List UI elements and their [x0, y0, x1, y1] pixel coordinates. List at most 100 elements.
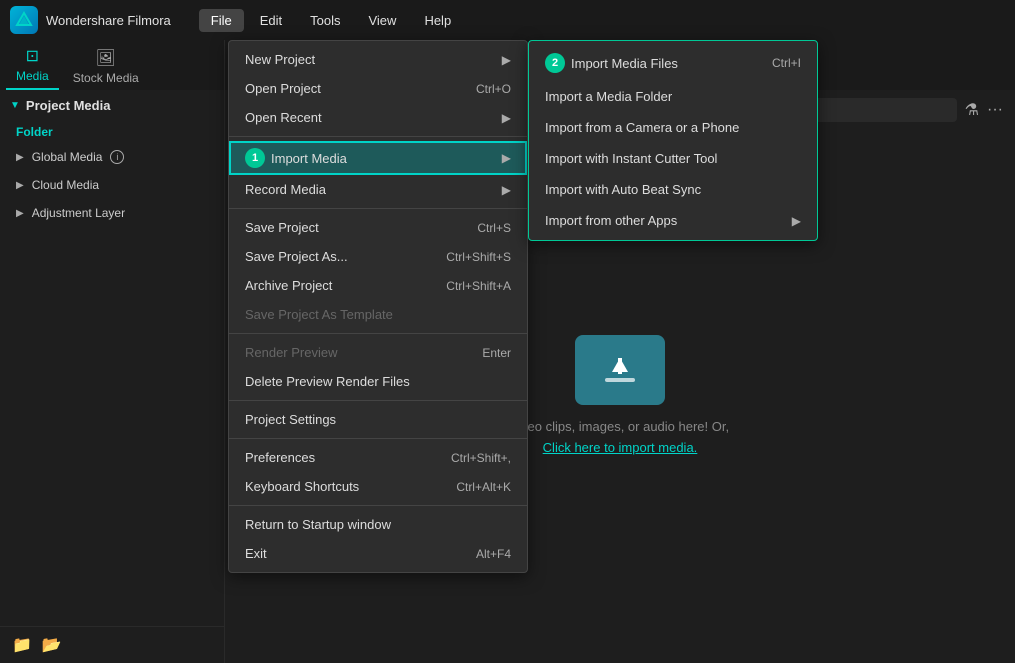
- title-bar: Wondershare Filmora File Edit Tools View…: [0, 0, 1015, 40]
- menu-view[interactable]: View: [356, 9, 408, 32]
- menu-return-startup[interactable]: Return to Startup window: [229, 510, 527, 539]
- cloud-media-arrow: ▶: [16, 180, 24, 191]
- import-camera-label: Import from a Camera or a Phone: [545, 120, 739, 135]
- separator-1: [229, 136, 527, 137]
- tab-media-label: Media: [16, 69, 49, 83]
- add-icon[interactable]: 📂: [42, 635, 62, 655]
- menu-save-project-as[interactable]: Save Project As... Ctrl+Shift+S: [229, 242, 527, 271]
- global-media-info-icon[interactable]: i: [110, 150, 124, 164]
- adjustment-layer-arrow: ▶: [16, 208, 24, 219]
- separator-2: [229, 208, 527, 209]
- menu-save-project[interactable]: Save Project Ctrl+S: [229, 213, 527, 242]
- global-media-label: Global Media: [32, 150, 103, 164]
- global-media-arrow: ▶: [16, 152, 24, 163]
- import-other-apps-label: Import from other Apps: [545, 213, 677, 228]
- submenu-import-other-apps[interactable]: Import from other Apps ▶: [529, 205, 817, 236]
- new-project-label: New Project: [245, 52, 315, 67]
- menu-open-project[interactable]: Open Project Ctrl+O: [229, 74, 527, 103]
- menu-file[interactable]: File: [199, 9, 244, 32]
- menu-archive-project[interactable]: Archive Project Ctrl+Shift+A: [229, 271, 527, 300]
- app-logo: [10, 6, 38, 34]
- import-box: [575, 335, 665, 405]
- media-tab-icon: ⊡: [26, 46, 39, 66]
- project-media-title: Project Media: [26, 98, 111, 113]
- badge-1: 1: [245, 148, 265, 168]
- left-panel-tabs: ⊡ Media 🖼 Stock Media: [0, 40, 224, 90]
- menu-edit[interactable]: Edit: [248, 9, 294, 32]
- record-media-label: Record Media: [245, 182, 326, 197]
- menu-render-preview: Render Preview Enter: [229, 338, 527, 367]
- keyboard-shortcuts-label: Keyboard Shortcuts: [245, 479, 359, 494]
- more-icon[interactable]: ···: [987, 101, 1003, 119]
- separator-3: [229, 333, 527, 334]
- menu-preferences[interactable]: Preferences Ctrl+Shift+,: [229, 443, 527, 472]
- separator-4: [229, 400, 527, 401]
- submenu-import-folder[interactable]: Import a Media Folder: [529, 81, 817, 112]
- save-project-as-label: Save Project As...: [245, 249, 348, 264]
- folder-section: Folder: [0, 121, 224, 143]
- tab-stock-media[interactable]: 🖼 Stock Media: [63, 43, 149, 90]
- import-link[interactable]: Click here to import media.: [543, 440, 698, 455]
- filter-icon[interactable]: ⚗: [965, 100, 979, 120]
- menu-tools[interactable]: Tools: [298, 9, 352, 32]
- project-media-header: ▼ Project Media: [0, 90, 224, 121]
- keyboard-shortcuts-shortcut: Ctrl+Alt+K: [456, 480, 511, 494]
- render-preview-label: Render Preview: [245, 345, 338, 360]
- new-folder-icon[interactable]: 📁: [12, 635, 32, 655]
- import-submenu: 2 Import Media Files Ctrl+I Import a Med…: [528, 40, 818, 241]
- menu-exit[interactable]: Exit Alt+F4: [229, 539, 527, 568]
- import-media-label: Import Media: [271, 151, 347, 166]
- preferences-shortcut: Ctrl+Shift+,: [451, 451, 511, 465]
- menu-new-project[interactable]: New Project ▶: [229, 45, 527, 74]
- archive-project-shortcut: Ctrl+Shift+A: [446, 279, 511, 293]
- import-instant-label: Import with Instant Cutter Tool: [545, 151, 717, 166]
- new-project-arrow: ▶: [502, 53, 511, 67]
- submenu-import-media-files[interactable]: 2 Import Media Files Ctrl+I: [529, 45, 817, 81]
- save-project-shortcut: Ctrl+S: [477, 221, 511, 235]
- import-desc: video clips, images, or audio here! Or,: [511, 419, 729, 434]
- submenu-import-auto-beat[interactable]: Import with Auto Beat Sync: [529, 174, 817, 205]
- file-dropdown: New Project ▶ Open Project Ctrl+O Open R…: [228, 40, 528, 573]
- archive-project-label: Archive Project: [245, 278, 332, 293]
- import-auto-beat-label: Import with Auto Beat Sync: [545, 182, 701, 197]
- submenu-import-camera[interactable]: Import from a Camera or a Phone: [529, 112, 817, 143]
- tree-item-global-media[interactable]: ▶ Global Media i: [0, 143, 224, 171]
- menu-project-settings[interactable]: Project Settings: [229, 405, 527, 434]
- record-media-arrow: ▶: [502, 183, 511, 197]
- tab-stock-media-label: Stock Media: [73, 71, 139, 85]
- menu-record-media[interactable]: Record Media ▶: [229, 175, 527, 204]
- menu-import-media[interactable]: 1 Import Media ▶: [229, 141, 527, 175]
- save-project-label: Save Project: [245, 220, 319, 235]
- tree-item-cloud-media[interactable]: ▶ Cloud Media: [0, 171, 224, 199]
- open-recent-arrow: ▶: [502, 111, 511, 125]
- menu-open-recent[interactable]: Open Recent ▶: [229, 103, 527, 132]
- import-folder-label: Import a Media Folder: [545, 89, 672, 104]
- tab-media[interactable]: ⊡ Media: [6, 41, 59, 90]
- tree-item-adjustment-layer[interactable]: ▶ Adjustment Layer: [0, 199, 224, 227]
- save-project-as-shortcut: Ctrl+Shift+S: [446, 250, 511, 264]
- separator-5: [229, 438, 527, 439]
- project-settings-label: Project Settings: [245, 412, 336, 427]
- import-text: video clips, images, or audio here! Or, …: [511, 417, 729, 459]
- preferences-label: Preferences: [245, 450, 315, 465]
- open-project-shortcut: Ctrl+O: [476, 82, 511, 96]
- import-media-content: 1 Import Media: [245, 148, 347, 168]
- save-as-template-label: Save Project As Template: [245, 307, 393, 322]
- import-media-arrow: ▶: [502, 151, 511, 165]
- open-recent-label: Open Recent: [245, 110, 322, 125]
- submenu-import-instant[interactable]: Import with Instant Cutter Tool: [529, 143, 817, 174]
- badge-2: 2: [545, 53, 565, 73]
- menu-help[interactable]: Help: [412, 9, 463, 32]
- triangle-icon: ▼: [10, 100, 20, 111]
- import-media-files-shortcut: Ctrl+I: [772, 56, 801, 70]
- separator-6: [229, 505, 527, 506]
- menu-save-as-template: Save Project As Template: [229, 300, 527, 329]
- import-media-files-label: Import Media Files: [571, 56, 678, 71]
- app-name: Wondershare Filmora: [46, 13, 171, 28]
- import-other-apps-arrow: ▶: [792, 214, 801, 228]
- adjustment-layer-label: Adjustment Layer: [32, 206, 125, 220]
- menu-delete-preview[interactable]: Delete Preview Render Files: [229, 367, 527, 396]
- menu-keyboard-shortcuts[interactable]: Keyboard Shortcuts Ctrl+Alt+K: [229, 472, 527, 501]
- stock-media-tab-icon: 🖼: [96, 48, 116, 68]
- menu-bar: File Edit Tools View Help: [199, 9, 463, 32]
